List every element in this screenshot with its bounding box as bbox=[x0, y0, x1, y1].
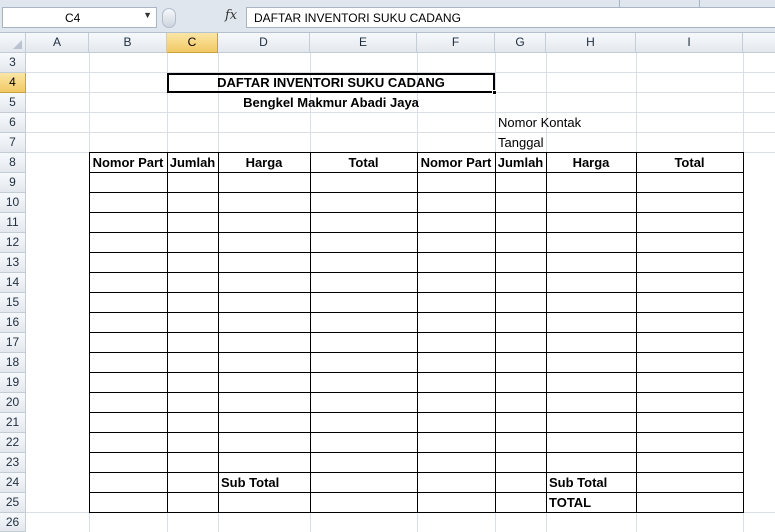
row-header-19[interactable]: 19 bbox=[0, 373, 26, 393]
select-all-icon bbox=[13, 40, 22, 49]
header-jumlah-left[interactable]: Jumlah bbox=[167, 153, 218, 173]
header-harga-right[interactable]: Harga bbox=[546, 153, 636, 173]
row-header-13[interactable]: 13 bbox=[0, 253, 26, 273]
row-header-16[interactable]: 16 bbox=[0, 313, 26, 333]
row-header-15[interactable]: 15 bbox=[0, 293, 26, 313]
formula-bar-resize-handle[interactable] bbox=[162, 8, 176, 28]
header-nomor-part-right[interactable]: Nomor Part bbox=[417, 153, 495, 173]
column-header-d[interactable]: D bbox=[218, 33, 310, 53]
function-icon[interactable]: fx bbox=[225, 8, 237, 23]
contact-label[interactable]: Nomor Kontak bbox=[498, 113, 581, 133]
column-header-h[interactable]: H bbox=[546, 33, 636, 53]
row-header-7[interactable]: 7 bbox=[0, 133, 26, 153]
sheet-subtitle[interactable]: Bengkel Makmur Abadi Jaya bbox=[167, 93, 495, 113]
row-header-24[interactable]: 24 bbox=[0, 473, 26, 493]
gridline bbox=[26, 132, 775, 133]
table-border bbox=[218, 152, 219, 513]
row-header-26[interactable]: 26 bbox=[0, 513, 26, 532]
row-header-8[interactable]: 8 bbox=[0, 153, 26, 173]
row-header-21[interactable]: 21 bbox=[0, 413, 26, 433]
date-label[interactable]: Tanggal bbox=[498, 133, 544, 153]
header-total-left[interactable]: Total bbox=[310, 153, 417, 173]
header-nomor-part-left[interactable]: Nomor Part bbox=[89, 153, 167, 173]
column-header-g[interactable]: G bbox=[495, 33, 546, 53]
table-border bbox=[89, 152, 90, 513]
chevron-down-icon[interactable]: ▼ bbox=[143, 10, 152, 20]
header-jumlah-right[interactable]: Jumlah bbox=[495, 153, 546, 173]
row-header-5[interactable]: 5 bbox=[0, 93, 26, 113]
row-header-9[interactable]: 9 bbox=[0, 173, 26, 193]
table-border bbox=[167, 152, 168, 513]
sheet-title[interactable]: DAFTAR INVENTORI SUKU CADANG bbox=[167, 73, 495, 93]
header-harga-left[interactable]: Harga bbox=[218, 153, 310, 173]
column-header-c[interactable]: C bbox=[167, 33, 218, 53]
column-header-b[interactable]: B bbox=[89, 33, 167, 53]
row-header-22[interactable]: 22 bbox=[0, 433, 26, 453]
formula-text: DAFTAR INVENTORI SUKU CADANG bbox=[254, 11, 461, 25]
row-header-23[interactable]: 23 bbox=[0, 453, 26, 473]
row-header-12[interactable]: 12 bbox=[0, 233, 26, 253]
row-header-20[interactable]: 20 bbox=[0, 393, 26, 413]
column-header-e[interactable]: E bbox=[310, 33, 417, 53]
table-border bbox=[636, 152, 637, 513]
divider bbox=[699, 0, 700, 7]
table-border bbox=[310, 152, 311, 513]
row-header-10[interactable]: 10 bbox=[0, 193, 26, 213]
table-border bbox=[495, 152, 496, 513]
grand-total-label[interactable]: TOTAL bbox=[549, 493, 591, 513]
divider bbox=[619, 0, 620, 7]
row-header-17[interactable]: 17 bbox=[0, 333, 26, 353]
name-box[interactable]: C4 ▼ bbox=[2, 7, 157, 28]
subtotal-left-label[interactable]: Sub Total bbox=[221, 473, 279, 493]
table-border bbox=[417, 152, 418, 513]
column-header-i[interactable]: I bbox=[636, 33, 743, 53]
row-header-18[interactable]: 18 bbox=[0, 353, 26, 373]
column-header-f[interactable]: F bbox=[417, 33, 495, 53]
row-header-6[interactable]: 6 bbox=[0, 113, 26, 133]
formula-input[interactable]: DAFTAR INVENTORI SUKU CADANG bbox=[246, 7, 775, 28]
select-all-button[interactable] bbox=[0, 33, 26, 53]
row-header-11[interactable]: 11 bbox=[0, 213, 26, 233]
row-header-14[interactable]: 14 bbox=[0, 273, 26, 293]
row-header-3[interactable]: 3 bbox=[0, 53, 26, 73]
row-header-25[interactable]: 25 bbox=[0, 493, 26, 513]
table-border bbox=[743, 152, 744, 513]
row-header-4[interactable]: 4 bbox=[0, 73, 26, 93]
column-header-j[interactable] bbox=[743, 33, 775, 53]
table-border bbox=[546, 152, 547, 513]
header-total-right[interactable]: Total bbox=[636, 153, 743, 173]
column-header-a[interactable]: A bbox=[26, 33, 89, 53]
formula-bar: C4 ▼ fx DAFTAR INVENTORI SUKU CADANG bbox=[0, 0, 775, 33]
name-box-value: C4 bbox=[65, 11, 81, 25]
subtotal-right-label[interactable]: Sub Total bbox=[549, 473, 607, 493]
